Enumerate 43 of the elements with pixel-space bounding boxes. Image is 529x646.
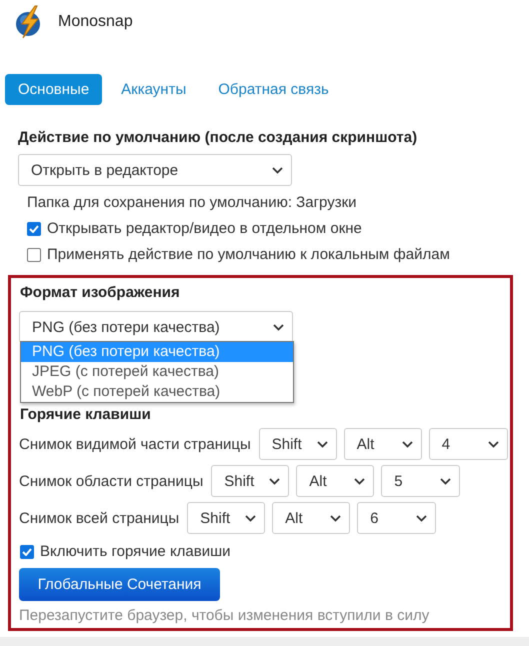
hotkey-label: Снимок области страницы <box>19 472 204 490</box>
key-select[interactable]: 5 <box>381 465 460 497</box>
chevron-down-icon <box>273 324 284 330</box>
tab[interactable]: Обратная связь <box>205 74 342 105</box>
hotkey-label: Снимок всей страницы <box>19 510 180 526</box>
section-heading: Формат изображения <box>20 284 181 301</box>
chevron-down-icon <box>272 166 283 174</box>
checkbox-label: Включить горячие клавиши <box>40 543 231 560</box>
hotkey-label: Снимок видимой части страницы <box>19 436 251 452</box>
modifier-select[interactable]: Shift <box>258 428 337 460</box>
app-title: Monosnap <box>58 13 133 31</box>
modifier-select[interactable]: Alt <box>272 502 350 534</box>
modifier-select[interactable]: Shift <box>187 502 266 534</box>
chevron-down-icon <box>316 440 328 448</box>
chevron-down-icon <box>354 478 366 484</box>
checkbox-label: Применять действие по умолчанию к локальным файлам <box>47 246 450 263</box>
chevron-down-icon <box>488 440 499 448</box>
chevron-down-icon <box>416 514 428 522</box>
tab[interactable]: Основные <box>5 74 102 105</box>
chevron-down-icon <box>402 440 413 448</box>
tab[interactable]: Аккаунты <box>108 74 200 105</box>
section-heading: Горячие клавиши <box>20 406 152 423</box>
key-select[interactable]: 4 <box>428 428 508 460</box>
dropdown-option[interactable]: JPEG (с потерей качества) <box>21 362 293 382</box>
checkbox[interactable] <box>27 248 41 262</box>
save-folder-text: Папка для сохранения по умолчанию: Загрузки <box>27 194 358 211</box>
action-select[interactable]: Открыть в редакторе <box>18 154 292 186</box>
checkbox[interactable] <box>27 222 41 236</box>
modifier-select[interactable]: Alt <box>344 428 422 460</box>
chevron-down-icon <box>245 514 256 522</box>
section-heading: Действие по умолчанию (после создания скриншота) <box>18 129 418 146</box>
chevron-down-icon <box>440 478 452 484</box>
chevron-down-icon <box>269 478 280 484</box>
checkbox[interactable] <box>20 544 34 558</box>
chevron-down-icon <box>330 514 342 522</box>
format-select[interactable]: PNG (без потери качества) <box>19 311 293 343</box>
checkbox-label: Открывать редактор/видео в отдельном окне <box>47 220 362 237</box>
modifier-select[interactable]: Shift <box>211 465 290 497</box>
modifier-select[interactable]: Alt <box>296 465 374 497</box>
key-select[interactable]: 6 <box>357 502 436 534</box>
dropdown-option[interactable]: WebP (с потерей качества) <box>21 382 293 402</box>
restart-note: Перезапустите браузер, чтобы изменения вступили в силу <box>19 607 430 624</box>
global-shortcuts-button[interactable]: Глобальные Сочетания <box>19 568 220 601</box>
